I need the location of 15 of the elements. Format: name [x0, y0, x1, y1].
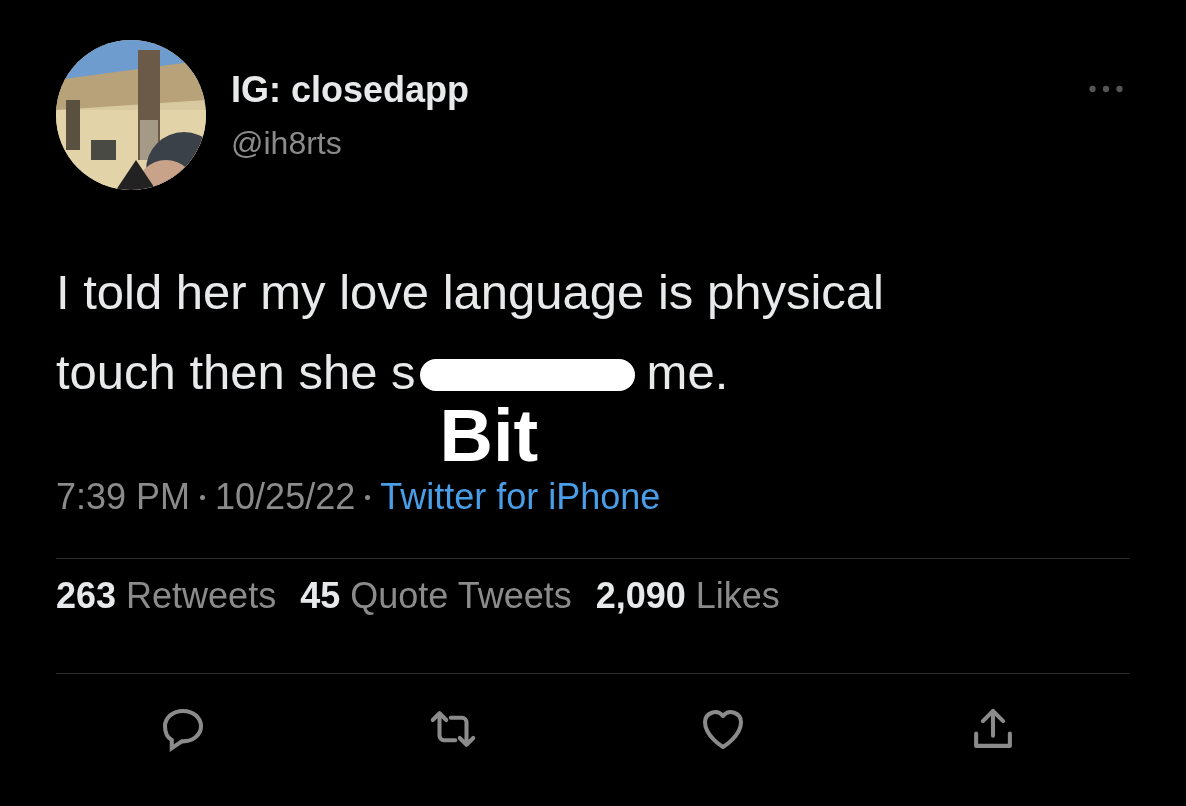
tweet-text: touch then she s: [56, 344, 416, 401]
tweet-text: I told her my love language is physical: [56, 265, 884, 319]
tweet-time: 7:39 PM: [56, 476, 191, 518]
separator-dot: [365, 494, 371, 500]
username[interactable]: @ih8rts: [231, 124, 1088, 162]
tweet-text: me.: [646, 344, 729, 401]
separator-dot: [200, 494, 206, 500]
more-icon[interactable]: [1088, 84, 1124, 94]
source-link[interactable]: Twitter for iPhone: [380, 476, 661, 518]
display-name[interactable]: IG: closedapp: [231, 68, 1088, 111]
caption-text: Bit: [439, 399, 539, 473]
stat-link[interactable]: 263 Retweets: [56, 575, 277, 633]
stat-link[interactable]: 2,090 Likes: [595, 575, 780, 633]
stat-link[interactable]: 45 Quote Tweets: [300, 575, 572, 633]
tweet-date: 10/25/22: [215, 476, 356, 518]
